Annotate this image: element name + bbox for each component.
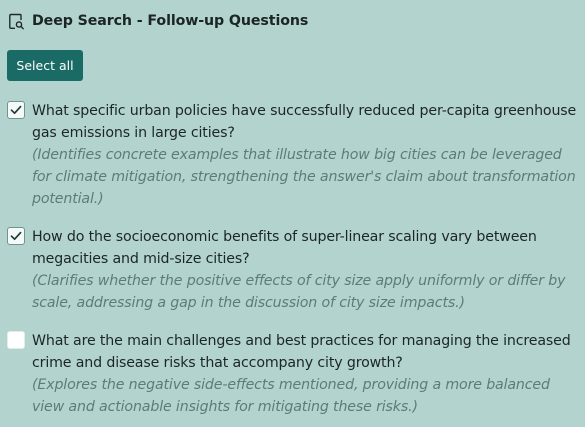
question-text-block: What are the main challenges and best pr… — [32, 330, 577, 418]
check-icon — [10, 231, 22, 241]
question-rationale: (Explores the negative side-effects ment… — [32, 377, 550, 415]
question-rationale: (Clarifies whether the positive effects … — [32, 273, 566, 311]
question-checkbox[interactable] — [7, 101, 25, 119]
question-text-block: How do the socioeconomic benefits of sup… — [32, 226, 577, 314]
check-icon — [10, 105, 22, 115]
page-title: Deep Search - Follow-up Questions — [32, 13, 309, 29]
question-text: How do the socioeconomic benefits of sup… — [32, 229, 537, 267]
question-rationale: (Identifies concrete examples that illus… — [32, 147, 576, 207]
question-checkbox[interactable] — [7, 227, 25, 245]
question-checkbox[interactable] — [7, 331, 25, 349]
select-all-button[interactable]: Select all — [7, 50, 83, 81]
question-text: What are the main challenges and best pr… — [32, 333, 571, 371]
question-text-block: What specific urban policies have succes… — [32, 100, 577, 210]
search-document-icon — [7, 12, 25, 30]
header: Deep Search - Follow-up Questions — [7, 11, 308, 31]
question-text: What specific urban policies have succes… — [32, 103, 577, 141]
